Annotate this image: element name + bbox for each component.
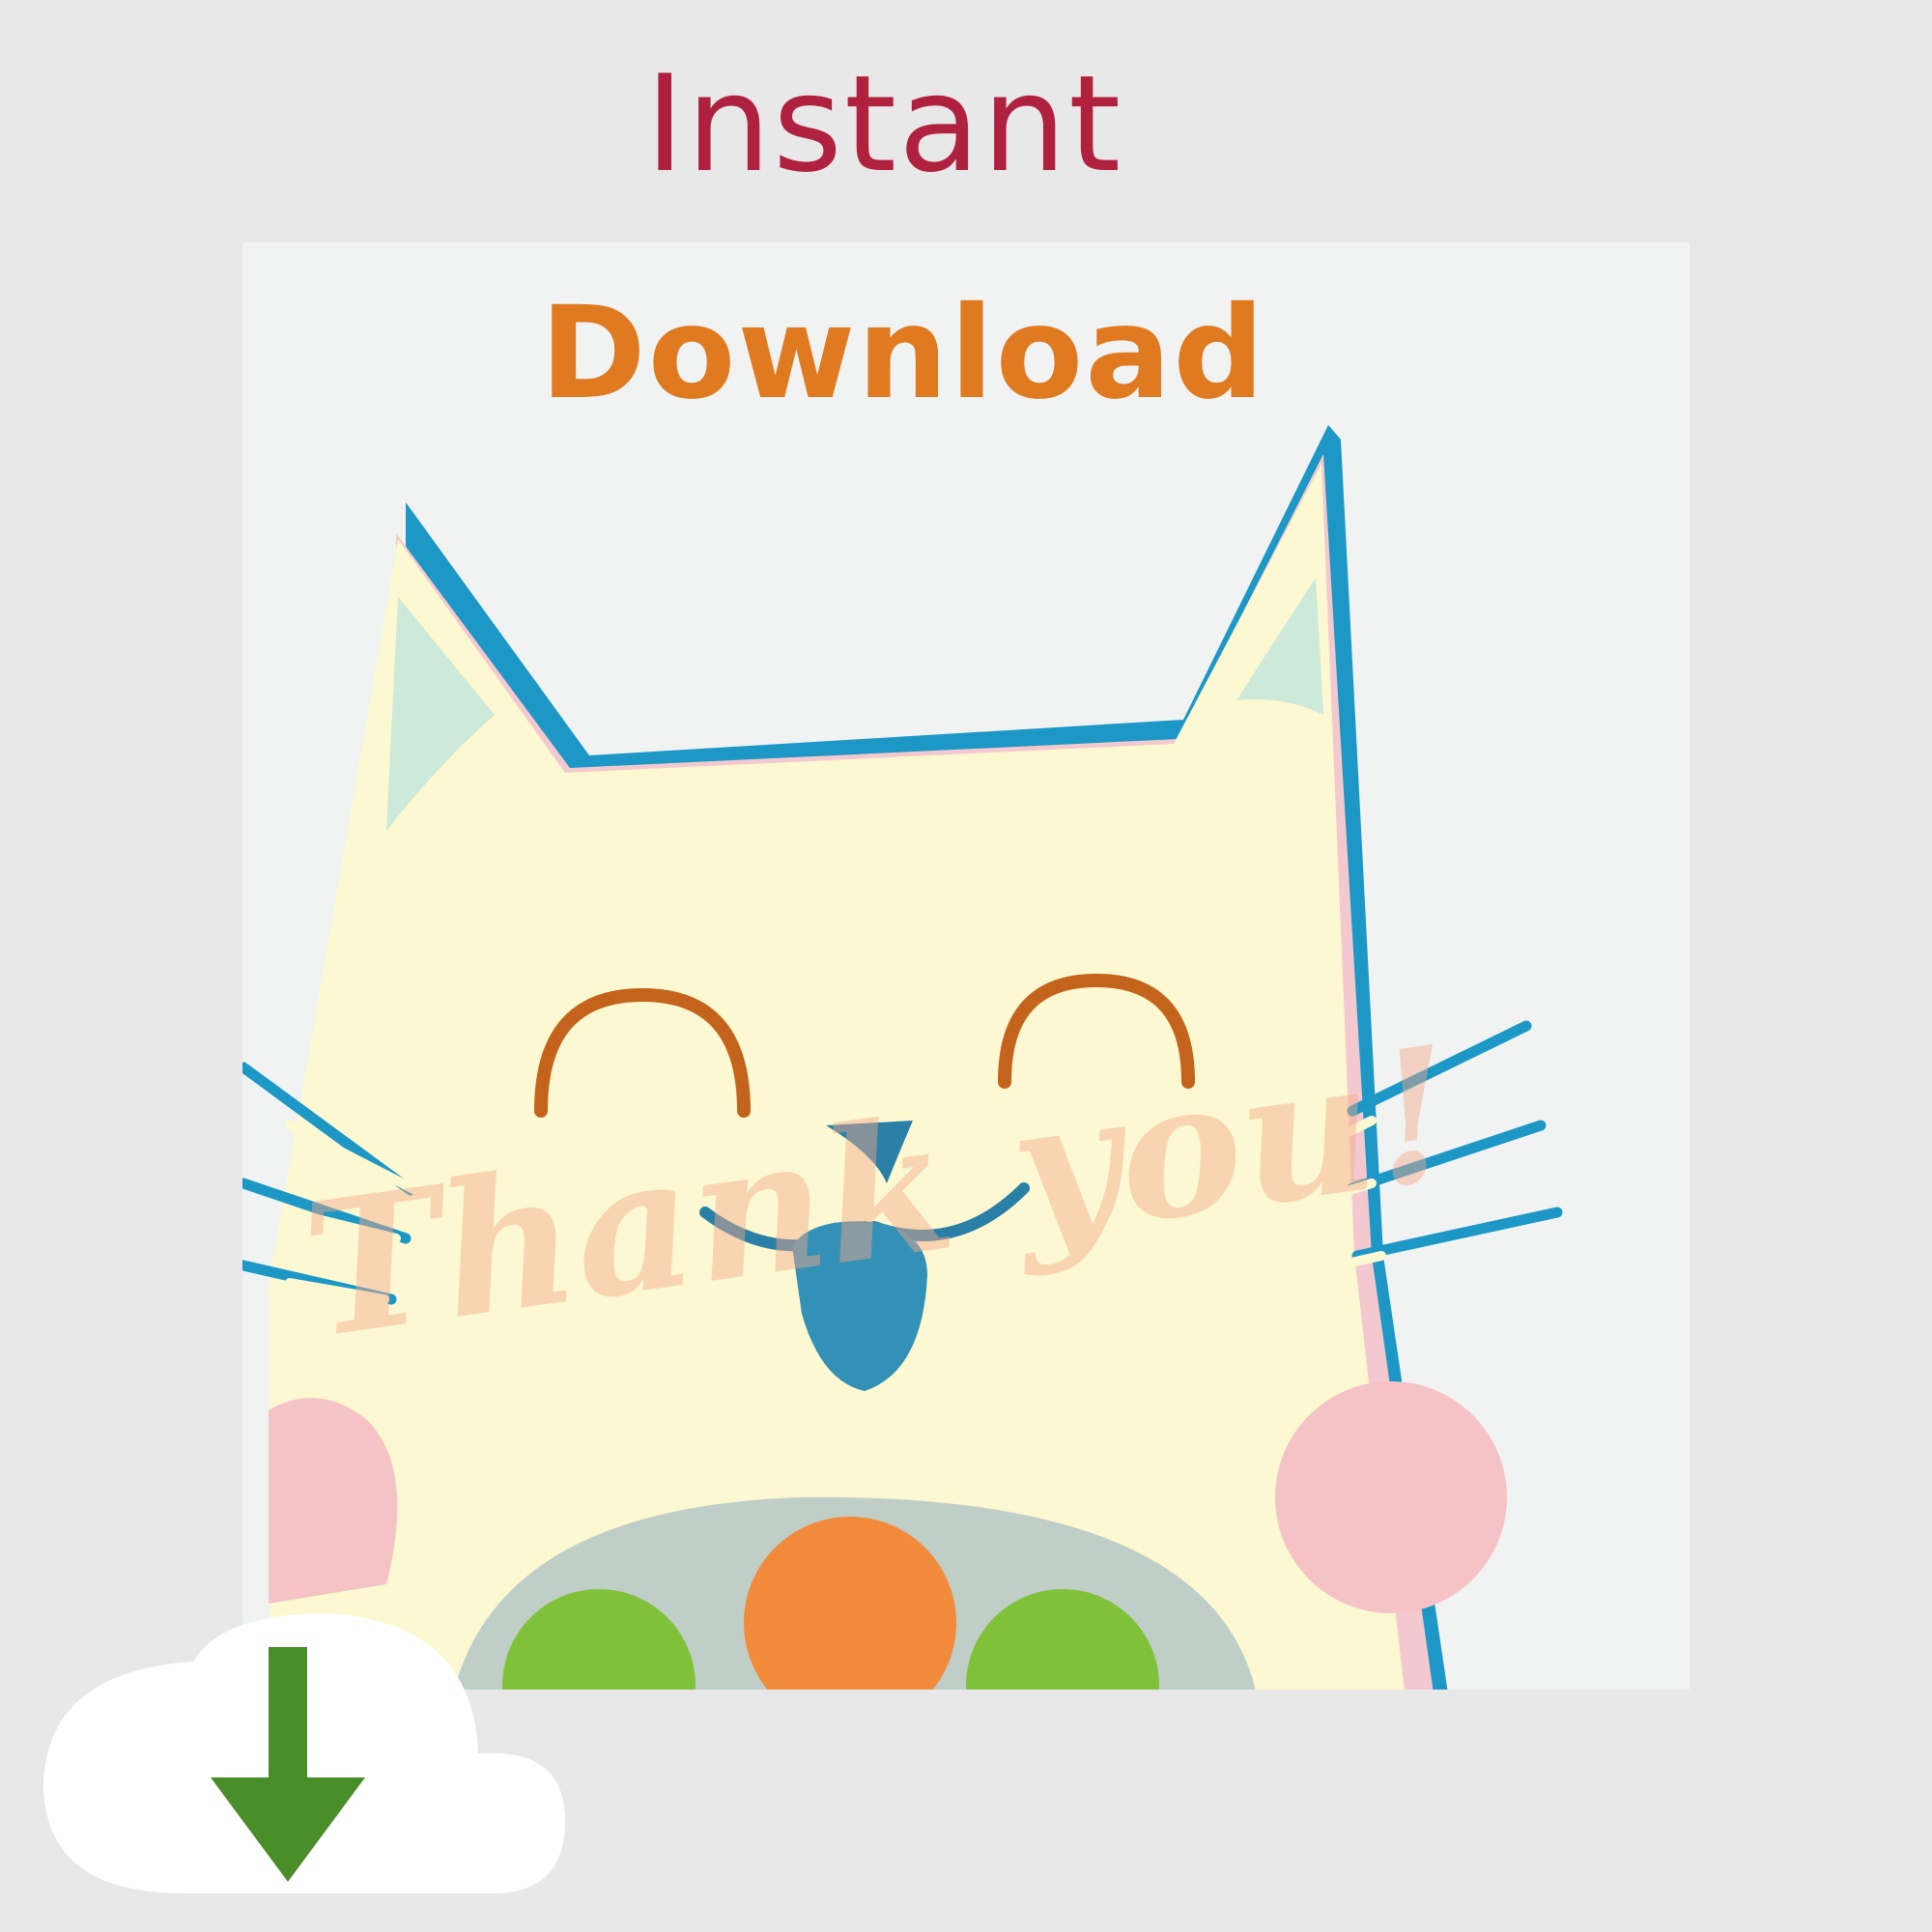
download-title: Download <box>540 279 1266 428</box>
instant-title: Instant <box>644 46 1123 202</box>
right-cheek <box>1275 1381 1507 1613</box>
cloud-download-icon[interactable] <box>39 1575 570 1903</box>
cat-card-illustration: Thank you! <box>242 425 1563 1690</box>
product-photo: Thank you! <box>242 242 1690 1690</box>
